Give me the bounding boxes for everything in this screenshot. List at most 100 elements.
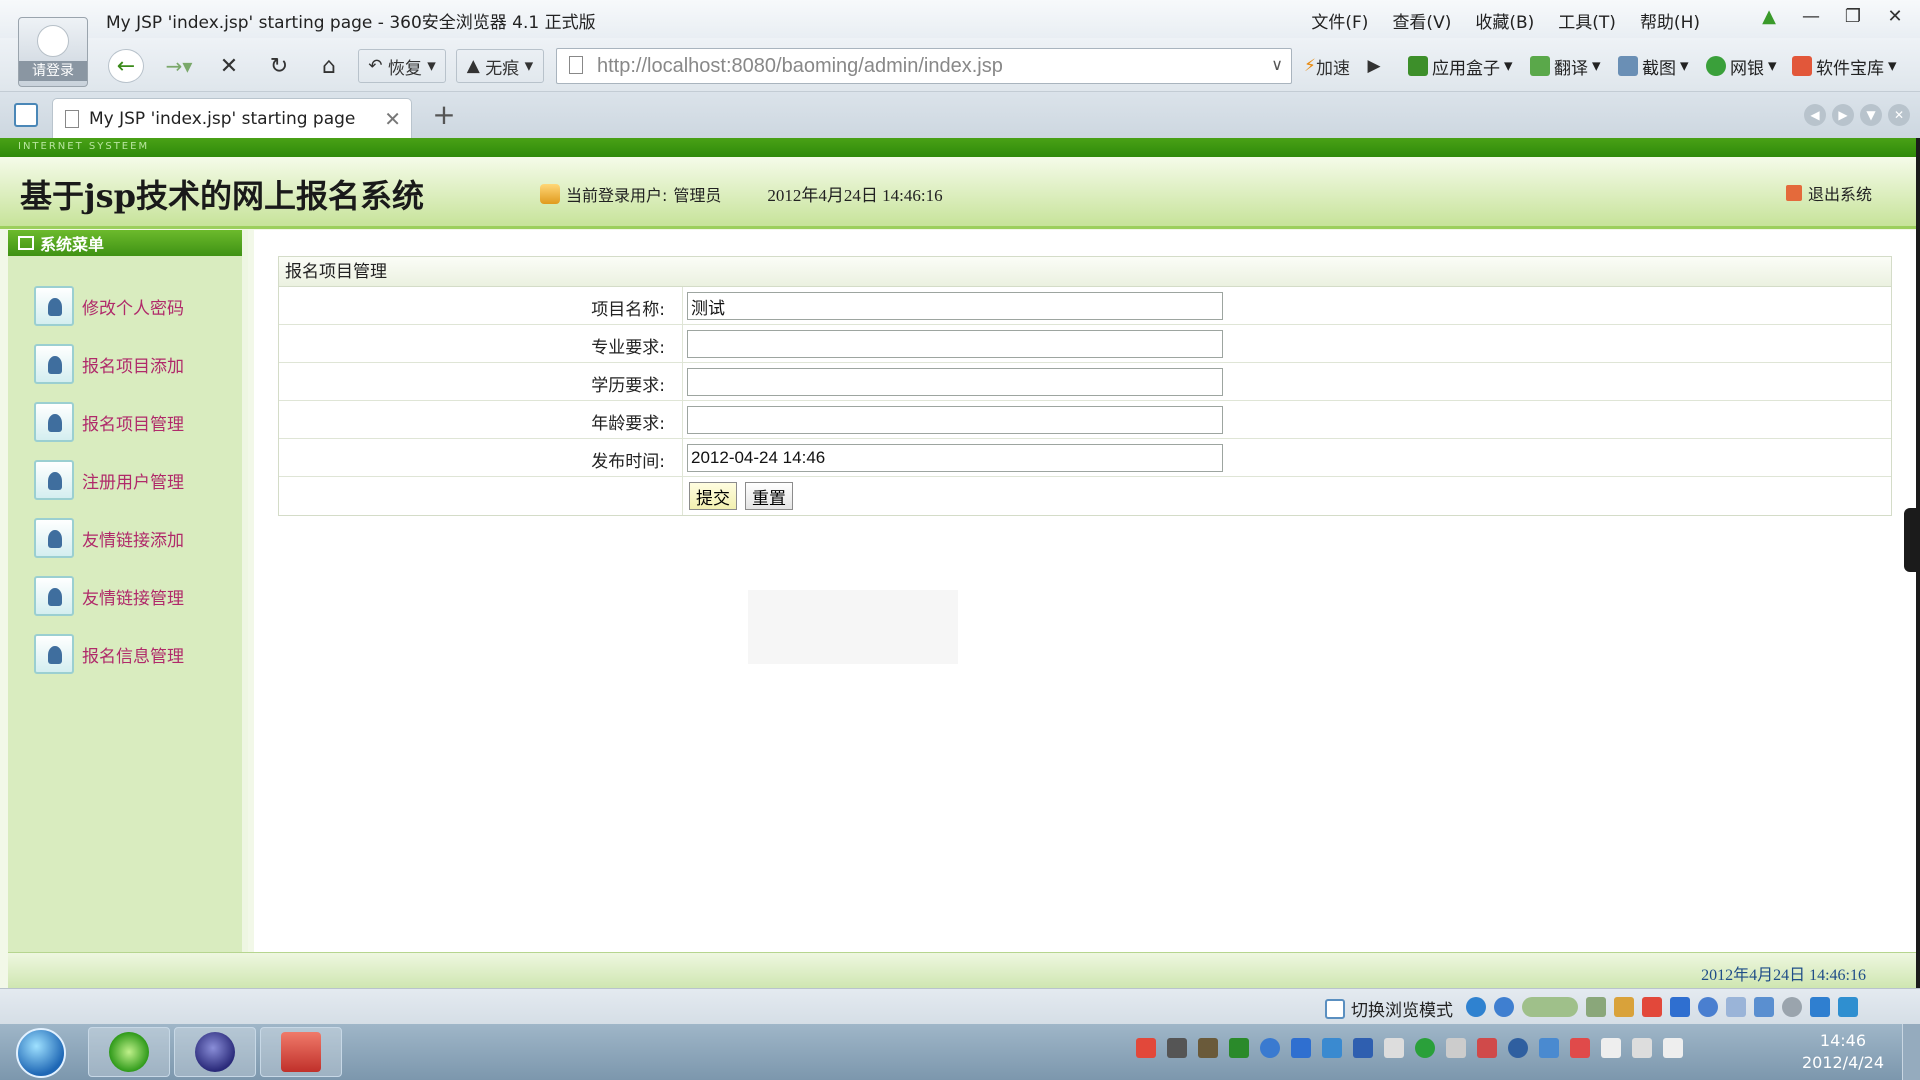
taskbar-toolbox[interactable] — [260, 1027, 342, 1077]
speed-button[interactable]: ⚡ 加速 — [1298, 49, 1356, 83]
close-window-button[interactable]: ✕ — [1884, 6, 1906, 27]
menu-help[interactable]: 帮助(H) — [1640, 8, 1700, 33]
network-tray-icon[interactable] — [1229, 1038, 1249, 1058]
education-requirement-input[interactable] — [687, 368, 1223, 396]
moon-icon[interactable] — [1698, 997, 1718, 1017]
download-icon[interactable] — [1614, 997, 1634, 1017]
software-store-button[interactable]: 软件宝库 ▾ — [1792, 50, 1897, 82]
submit-button[interactable]: 提交 — [689, 482, 737, 510]
home-icon[interactable]: ⌂ — [312, 49, 346, 83]
taskbar-clock[interactable]: 14:46 2012/4/24 — [1802, 1030, 1884, 1074]
refresh-icon[interactable]: ↻ — [262, 49, 296, 83]
forward-button[interactable]: →▾ — [158, 49, 200, 83]
go-button[interactable]: ▶ — [1360, 49, 1388, 83]
monitor-icon[interactable] — [1586, 997, 1606, 1017]
edit-tray-icon[interactable] — [1384, 1038, 1404, 1058]
tab-list-icon[interactable]: ▼ — [1860, 104, 1882, 126]
taskbar-browser-360[interactable] — [88, 1027, 170, 1077]
tab-prev-icon[interactable]: ◀ — [1804, 104, 1826, 126]
browser-statusbar: 切换浏览模式 — [0, 988, 1920, 1024]
maximize-button[interactable]: ❐ — [1842, 6, 1864, 27]
cursor-tray-icon[interactable] — [1167, 1038, 1187, 1058]
url-dropdown-icon[interactable]: ∨ — [1271, 55, 1283, 74]
flag-tray-icon[interactable] — [1570, 1038, 1590, 1058]
switch-mode-button[interactable]: 切换浏览模式 — [1325, 996, 1453, 1021]
tab-next-icon[interactable]: ▶ — [1832, 104, 1854, 126]
wrench-icon[interactable] — [1838, 997, 1858, 1017]
shield-tray-icon[interactable] — [1322, 1038, 1342, 1058]
ime-icon[interactable] — [1670, 997, 1690, 1017]
tab-close-all-icon[interactable]: ✕ — [1888, 104, 1910, 126]
reset-button[interactable]: 重置 — [745, 482, 793, 510]
shirt-icon[interactable] — [1810, 997, 1830, 1017]
clipboard-tray-icon[interactable] — [1601, 1038, 1621, 1058]
age-requirement-input[interactable] — [687, 406, 1223, 434]
menu-item-manage-users[interactable]: 注册用户管理 — [34, 460, 184, 500]
incognito-icon: ▲ — [466, 56, 480, 76]
check-tray-icon[interactable] — [1291, 1038, 1311, 1058]
back-button[interactable]: ← — [108, 49, 144, 83]
list-tray-icon[interactable] — [1353, 1038, 1373, 1058]
taskbar-eclipse[interactable] — [174, 1027, 256, 1077]
menu-item-add-link[interactable]: 友情链接添加 — [34, 518, 184, 558]
translate-button[interactable]: 翻译 ▾ — [1530, 50, 1601, 82]
project-name-input[interactable] — [687, 292, 1223, 320]
ie-icon[interactable] — [1466, 997, 1486, 1017]
start-button[interactable] — [16, 1028, 66, 1078]
globe-icon[interactable] — [1494, 997, 1514, 1017]
app-footer: 2012年4月24日 14:46:16 — [8, 952, 1916, 988]
keyboard-icon[interactable] — [1754, 997, 1774, 1017]
lan-tray-icon[interactable] — [1632, 1038, 1652, 1058]
address-bar[interactable]: ∨ — [556, 48, 1292, 84]
menu-item-add-project[interactable]: 报名项目添加 — [34, 344, 184, 384]
toggle-icon[interactable] — [1522, 997, 1578, 1017]
user-icon[interactable] — [1782, 997, 1802, 1017]
refresh-tray-icon[interactable] — [1415, 1038, 1435, 1058]
login-avatar[interactable]: 请登录 — [18, 17, 88, 87]
page-icon — [569, 56, 583, 74]
skin-icon[interactable]: ▲ — [1758, 6, 1780, 27]
menu-item-change-password[interactable]: 修改个人密码 — [34, 286, 184, 326]
close-tab-icon[interactable]: ✕ — [384, 107, 401, 131]
publish-time-input[interactable] — [687, 444, 1223, 472]
major-requirement-input[interactable] — [687, 330, 1223, 358]
restore-button[interactable]: ↶ 恢复 ▾ — [358, 49, 446, 83]
strip-text: INTERNET SYSTEEM — [18, 141, 150, 152]
screenshot-icon — [1618, 56, 1638, 76]
qq-tray-icon[interactable] — [1260, 1038, 1280, 1058]
stop-icon[interactable]: ✕ — [212, 49, 246, 83]
menu-file[interactable]: 文件(F) — [1311, 8, 1368, 33]
new-tab-button[interactable]: + — [424, 100, 464, 132]
sogou-icon[interactable] — [1642, 997, 1662, 1017]
media-tray-icon[interactable] — [1198, 1038, 1218, 1058]
gear-tray-icon[interactable] — [1508, 1038, 1528, 1058]
printer-tray-icon[interactable] — [1446, 1038, 1466, 1058]
menu-favorites[interactable]: 收藏(B) — [1475, 8, 1534, 33]
menu-view[interactable]: 查看(V) — [1392, 8, 1451, 33]
minimize-button[interactable]: — — [1800, 6, 1822, 27]
pin-tray-icon[interactable] — [1477, 1038, 1497, 1058]
app-box-button[interactable]: 应用盒子 ▾ — [1408, 50, 1513, 82]
display-tray-icon[interactable] — [1539, 1038, 1559, 1058]
menu-tools[interactable]: 工具(T) — [1558, 8, 1616, 33]
user-card-icon — [34, 460, 74, 500]
ebank-button[interactable]: 网银 ▾ — [1706, 50, 1777, 82]
sidebar-toggle-icon[interactable] — [14, 103, 38, 127]
logout-link[interactable]: 退出系统 — [1785, 181, 1872, 205]
menu-item-manage-links[interactable]: 友情链接管理 — [34, 576, 184, 616]
screenshot-button[interactable]: 截图 ▾ — [1618, 50, 1689, 82]
user-card-icon — [34, 344, 74, 384]
menu-item-manage-project[interactable]: 报名项目管理 — [34, 402, 184, 442]
show-desktop-button[interactable] — [1902, 1024, 1920, 1080]
menu-item-label: 友情链接添加 — [82, 530, 184, 551]
menu-item-label: 修改个人密码 — [82, 298, 184, 319]
edit-icon — [18, 236, 34, 250]
side-panel-handle[interactable] — [1904, 508, 1920, 572]
incognito-button[interactable]: ▲ 无痕 ▾ — [456, 49, 544, 83]
volume-icon[interactable] — [1663, 1038, 1683, 1058]
menu-item-registration-info[interactable]: 报名信息管理 — [34, 634, 184, 674]
punctuation-icon[interactable] — [1726, 997, 1746, 1017]
tab-active[interactable]: My JSP 'index.jsp' starting page ✕ — [52, 98, 412, 138]
url-input[interactable] — [597, 54, 1237, 78]
sogou-tray-icon[interactable] — [1136, 1038, 1156, 1058]
